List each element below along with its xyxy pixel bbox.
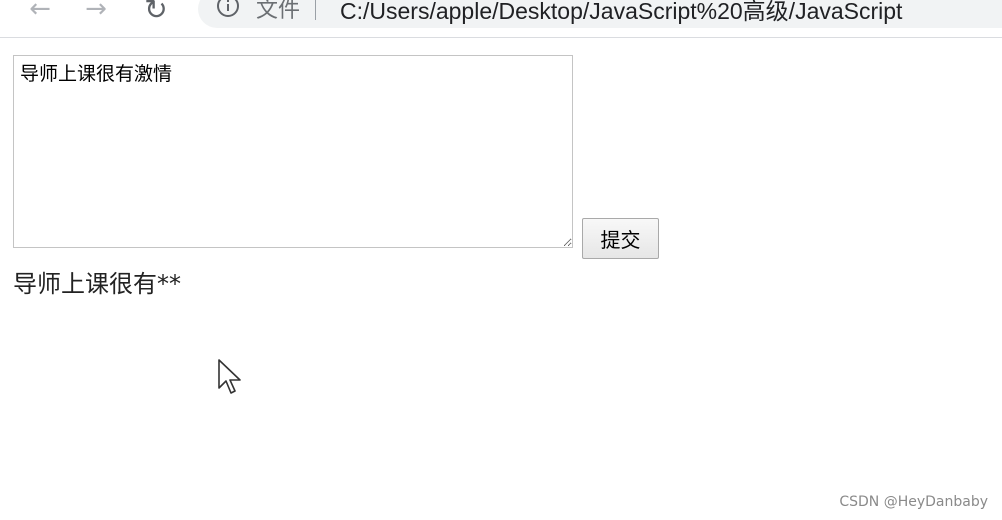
address-bar[interactable]: 文件 C:/Users/apple/Desktop/JavaScript%20高… — [198, 0, 1002, 28]
arrow-left-icon: ← — [29, 0, 51, 24]
forward-button[interactable]: → — [76, 0, 116, 26]
info-icon[interactable] — [216, 0, 240, 18]
submit-button[interactable]: 提交 — [582, 218, 659, 259]
mouse-pointer-icon — [218, 359, 241, 394]
browser-toolbar: ← → ↻ 文件 C:/Users/apple/Desktop/JavaScri… — [0, 0, 1002, 38]
file-scheme-label: 文件 — [256, 0, 301, 23]
omnibox-separator — [315, 0, 316, 20]
reload-icon: ↻ — [144, 0, 168, 26]
back-button[interactable]: ← — [20, 0, 60, 26]
watermark: CSDN @HeyDanbaby — [839, 494, 988, 510]
arrow-right-icon: → — [85, 0, 107, 24]
comment-textarea[interactable]: 导师上课很有激情 — [13, 55, 573, 248]
filtered-output-text: 导师上课很有** — [13, 270, 181, 298]
reload-button[interactable]: ↻ — [136, 0, 176, 26]
url-text[interactable]: C:/Users/apple/Desktop/JavaScript%20高级/J… — [340, 0, 902, 26]
